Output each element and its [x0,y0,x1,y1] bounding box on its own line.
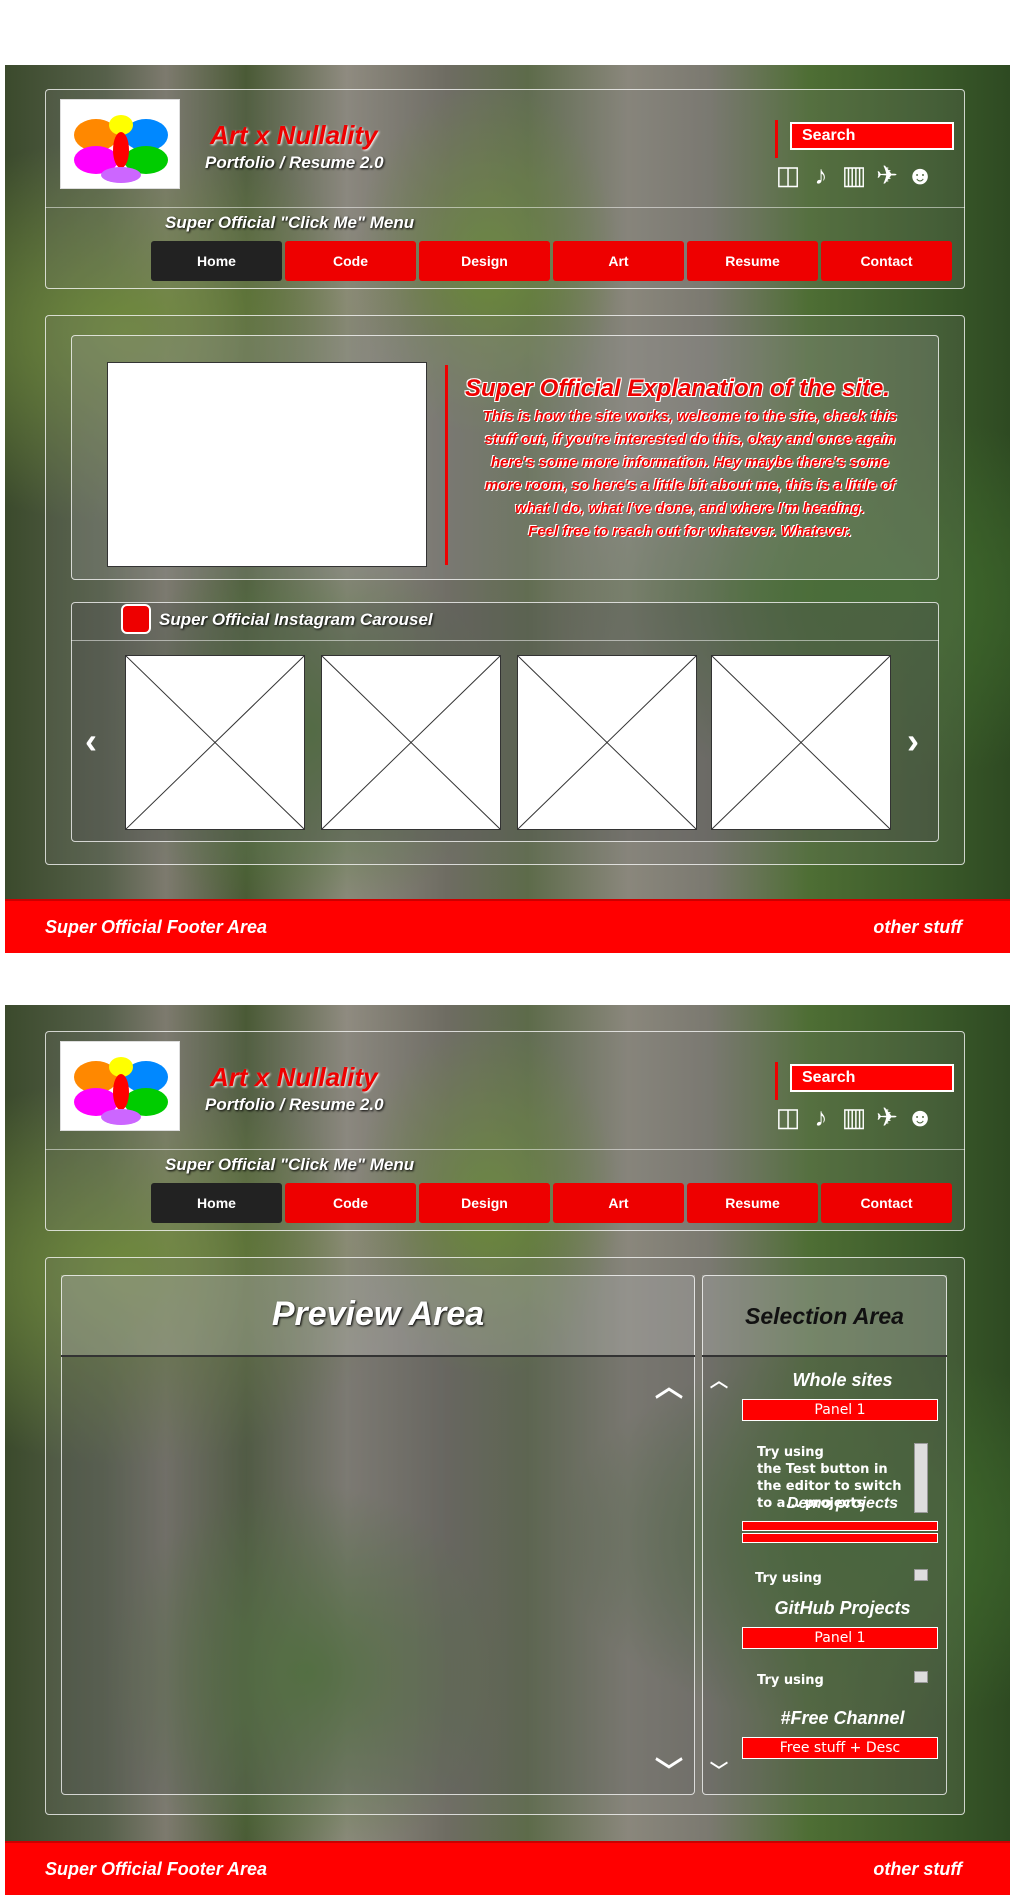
instagram-icon[interactable]: ◫ [773,158,803,192]
nav-contact[interactable]: Contact [821,241,952,281]
footer: Super Official Footer Area other stuff [5,1841,1010,1895]
hero-divider [445,365,448,565]
nav-code[interactable]: Code [285,1183,416,1223]
carousel-image-placeholder[interactable] [711,655,891,830]
carousel-image-placeholder[interactable] [517,655,697,830]
hero-line: what I do, what I've done, and where I'm… [515,500,865,517]
nav-home[interactable]: Home [151,1183,282,1223]
twitter-icon[interactable]: ✈ [872,158,902,192]
section-github-projects: GitHub Projects [774,1598,911,1618]
footer-left: Super Official Footer Area [45,917,268,937]
section-demo-projects: Demo projects [786,1495,899,1512]
twitter-icon[interactable]: ✈ [872,1100,902,1134]
nav-art[interactable]: Art [553,241,684,281]
nav-contact[interactable]: Contact [821,1183,952,1223]
site-subtitle: Portfolio / Resume 2.0 [205,153,384,172]
carousel-divider [71,640,939,641]
search-accent-bar [775,120,778,158]
github-panel-content: Try using [757,1673,824,1688]
nav-art[interactable]: Art [553,1183,684,1223]
preview-title: Preview Area [271,1295,485,1333]
github-panel-scrollbar[interactable] [914,1671,928,1683]
selection-divider [702,1355,947,1357]
site-title: Art x Nullality [210,1062,378,1092]
instagram-icon[interactable]: ◫ [773,1100,803,1134]
menu-label: Super Official "Click Me" Menu [165,213,415,232]
nav-code[interactable]: Code [285,241,416,281]
sock-icon[interactable]: ♪ [806,1100,836,1134]
header-divider [45,207,965,208]
hero-body: This is how the site works, welcome to t… [460,405,920,543]
nav-resume[interactable]: Resume [687,241,818,281]
nav-home[interactable]: Home [151,241,282,281]
hero-line: Feel free to reach out for whatever. Wha… [528,523,852,540]
carousel-next-button[interactable]: › [907,720,919,762]
github-panel-1-button[interactable]: Panel 1 [742,1627,938,1649]
page-home: Art x Nullality Portfolio / Resume 2.0 ◫… [5,65,1010,953]
sock-icon[interactable]: ♪ [806,158,836,192]
free-stuff-button[interactable]: Free stuff + Desc [742,1737,938,1759]
hero-line: stuff out, if you're interested do this,… [484,431,896,448]
site-title: Art x Nullality [210,120,378,150]
footer-right[interactable]: other stuff [873,917,962,938]
selection-scroll-down-button[interactable]: ﹀ [710,1757,728,1783]
demo-panel-content: Try using [755,1571,822,1586]
site-subtitle: Portfolio / Resume 2.0 [205,1095,384,1114]
nav-design[interactable]: Design [419,1183,550,1223]
demo-panel-button[interactable] [742,1521,938,1531]
hero-image [107,362,427,567]
panel-1-button[interactable]: Panel 1 [742,1399,938,1421]
main-nav: Home Code Design Art Resume Contact [151,1183,952,1223]
nav-design[interactable]: Design [419,241,550,281]
hero-line: here's some more information. Hey maybe … [490,454,890,471]
tardis-icon[interactable]: ▥ [839,1100,869,1134]
hero-heading: Super Official Explanation of the site. [465,375,890,402]
hero-line: This is how the site works, welcome to t… [482,408,898,425]
section-free-channel: #Free Channel [780,1708,905,1728]
footer-right[interactable]: other stuff [873,1859,962,1880]
tardis-icon[interactable]: ▥ [839,158,869,192]
carousel-prev-button[interactable]: ‹ [85,720,97,762]
page-portfolio: Art x Nullality Portfolio / Resume 2.0 ◫… [5,1005,1010,1895]
footer-left: Super Official Footer Area [45,1859,268,1879]
section-whole-sites: Whole sites [792,1370,893,1390]
hero-line: more room, so here's a little bit about … [484,477,896,494]
menu-label: Super Official "Click Me" Menu [165,1155,415,1174]
carousel-image-placeholder[interactable] [321,655,501,830]
search-accent-bar [775,1062,778,1100]
search-input[interactable] [790,122,954,150]
demo-panel-button[interactable] [742,1533,938,1543]
github-icon[interactable]: ☻ [905,158,935,192]
preview-scroll-down-button[interactable]: ﹀ [655,1750,683,1790]
preview-divider [61,1355,695,1357]
site-logo[interactable] [60,1041,180,1131]
selection-scroll-up-button[interactable]: ︿ [710,1367,728,1393]
instagram-icon [121,604,151,634]
selection-title: Selection Area [745,1303,904,1329]
carousel-image-placeholder[interactable] [125,655,305,830]
nav-resume[interactable]: Resume [687,1183,818,1223]
github-icon[interactable]: ☻ [905,1100,935,1134]
footer: Super Official Footer Area other stuff [5,899,1010,953]
search-input[interactable] [790,1064,954,1092]
site-logo[interactable] [60,99,180,189]
carousel-label: Super Official Instagram Carousel [159,610,433,629]
header-divider [45,1149,965,1150]
preview-scroll-up-button[interactable]: ︿ [655,1365,683,1405]
main-nav: Home Code Design Art Resume Contact [151,241,952,281]
demo-panel-scrollbar[interactable] [914,1569,928,1581]
